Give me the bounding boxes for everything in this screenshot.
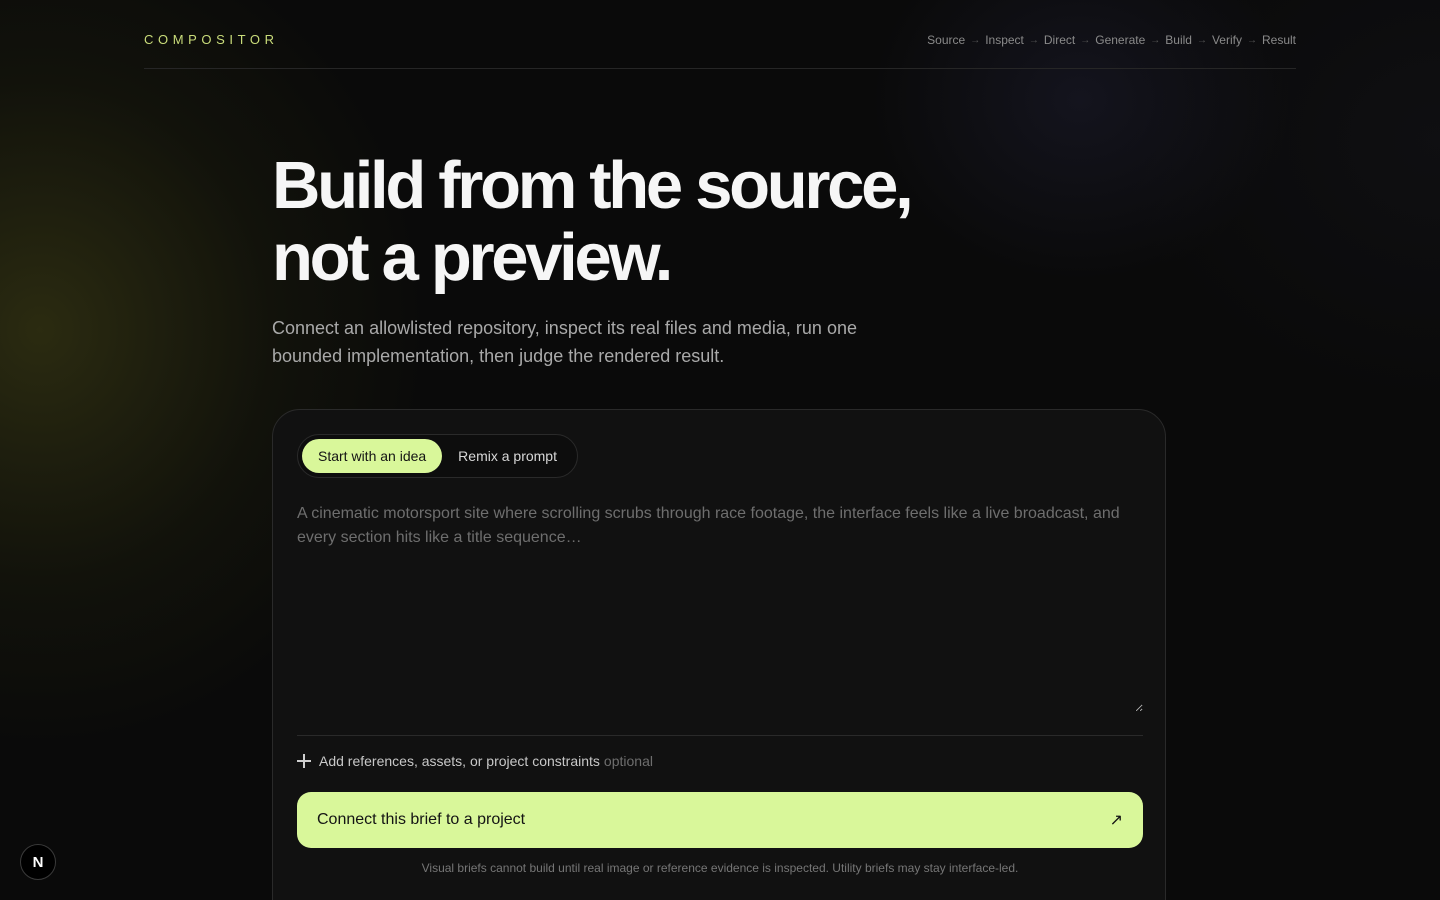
workflow-steps-nav: Source → Inspect → Direct → Generate → B… <box>927 33 1296 47</box>
step-arrow-icon: → <box>1028 34 1039 46</box>
brand-logo[interactable]: COMPOSITOR <box>144 32 279 47</box>
mode-tabs: Start with an idea Remix a prompt <box>297 434 578 478</box>
add-references-button[interactable]: Add references, assets, or project const… <box>297 753 653 769</box>
brief-composer-card: Start with an idea Remix a prompt Add re… <box>272 409 1166 900</box>
step-verify[interactable]: Verify <box>1212 33 1242 47</box>
top-bar: COMPOSITOR Source → Inspect → Direct → G… <box>144 0 1296 69</box>
corner-logo-glyph: N <box>32 853 44 871</box>
optional-label: optional <box>603 753 653 769</box>
arrow-up-right-icon: ↗ <box>1109 812 1123 829</box>
tab-remix-prompt[interactable]: Remix a prompt <box>442 439 573 473</box>
step-arrow-icon: → <box>970 34 981 46</box>
hero-title: Build from the source, not a preview. <box>272 150 1172 294</box>
step-source[interactable]: Source <box>927 33 965 47</box>
nextjs-logo-icon[interactable]: N <box>20 844 56 880</box>
step-arrow-icon: → <box>1080 34 1091 46</box>
brief-textarea[interactable] <box>297 502 1143 712</box>
plus-icon <box>297 754 311 768</box>
hero-title-line-1: Build from the source, <box>272 148 914 223</box>
step-arrow-icon: → <box>1246 34 1257 46</box>
step-build[interactable]: Build <box>1165 33 1192 47</box>
hero-subtitle: Connect an allowlisted repository, inspe… <box>272 318 857 366</box>
step-generate[interactable]: Generate <box>1095 33 1145 47</box>
step-arrow-icon: → <box>1150 34 1161 46</box>
tab-start-with-idea[interactable]: Start with an idea <box>302 439 443 473</box>
step-direct[interactable]: Direct <box>1044 33 1075 47</box>
step-arrow-icon: → <box>1196 34 1207 46</box>
footnote: Visual briefs cannot build until real im… <box>421 861 1019 875</box>
connect-brief-button[interactable]: Connect this brief to a project ↗ <box>297 792 1143 848</box>
add-references-label: Add references, assets, or project const… <box>319 753 600 769</box>
hero-title-line-2: not a preview. <box>272 220 673 295</box>
step-result[interactable]: Result <box>1262 33 1296 47</box>
step-inspect[interactable]: Inspect <box>985 33 1024 47</box>
connect-brief-label: Connect this brief to a project <box>317 811 526 828</box>
divider <box>297 735 1143 736</box>
